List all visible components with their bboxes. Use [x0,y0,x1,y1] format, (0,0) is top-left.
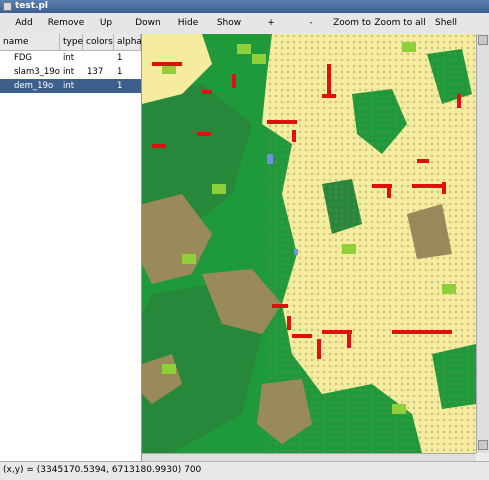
lightgreen-patch [182,254,196,264]
coordinate-readout: (x,y) = (3345170.5394, 6713180.9930) 700 [3,465,202,475]
lightgreen-patch [162,364,176,374]
add-button[interactable]: Add [6,13,42,34]
zoom-to-all-button[interactable]: Zoom to all [374,13,426,34]
layer-row-dem[interactable]: dem_19o int 1 [0,79,141,93]
raster-map[interactable] [142,34,476,453]
red-ridge [272,304,288,308]
red-ridge [317,339,321,359]
layer-type: int [63,67,75,77]
horizontal-scrollbar[interactable] [142,453,476,461]
zoom-in-button[interactable]: + [262,13,280,34]
layer-row-slam3[interactable]: slam3_19o int 137 1 [0,65,141,79]
lightgreen-patch [442,284,456,294]
red-ridge [387,184,391,198]
layer-type: int [63,53,75,63]
red-ridge [442,182,446,194]
layer-colors: 137 [87,67,104,77]
column-name-header[interactable]: name [0,34,60,50]
app-icon [3,2,12,11]
texture-overlay [267,34,476,453]
layer-alpha: 1 [117,53,123,63]
status-bar: (x,y) = (3345170.5394, 6713180.9930) 700 [0,461,489,480]
red-ridge [457,94,461,108]
red-ridge [417,159,429,163]
up-button[interactable]: Up [92,13,120,34]
lightgreen-patch [392,404,406,414]
blue-marker [267,154,273,164]
scroll-down-arrow-icon[interactable] [478,440,488,450]
shell-button[interactable]: Shell [430,13,462,34]
lightgreen-patch [402,42,416,52]
remove-button[interactable]: Remove [44,13,88,34]
red-ridge [287,316,291,330]
lightgreen-patch [212,184,226,194]
layer-alpha: 1 [117,81,123,91]
layer-name: slam3_19o [14,67,60,77]
layer-list: name type colors alpha FDG int 1 slam3_1… [0,34,142,461]
red-ridge [197,132,211,136]
layer-row-fdg[interactable]: FDG int 1 [0,51,141,65]
red-ridge [412,184,442,188]
layer-name: dem_19o [14,81,54,91]
layer-type: int [63,81,75,91]
red-ridge [202,90,212,94]
red-ridge [322,330,352,334]
lightgreen-patch [342,244,356,254]
red-ridge [327,64,331,94]
lightgreen-patch [237,44,251,54]
column-colors-header[interactable]: colors [83,34,114,50]
map-canvas[interactable] [142,34,476,453]
zoom-out-button[interactable]: - [302,13,320,34]
window-title: test.pl [15,1,49,11]
title-bar: test.pl [0,0,489,13]
red-ridge [392,330,452,334]
layer-list-header: name type colors alpha [0,34,142,51]
red-ridge [232,74,236,88]
zoom-to-button[interactable]: Zoom to [330,13,374,34]
red-ridge [347,334,351,348]
hide-button[interactable]: Hide [172,13,204,34]
down-button[interactable]: Down [130,13,166,34]
show-button[interactable]: Show [212,13,246,34]
layer-alpha: 1 [117,67,123,77]
layer-name: FDG [14,53,33,63]
red-ridge [152,62,182,66]
red-ridge [322,94,336,98]
blue-marker [294,249,298,255]
toolbar: Add Remove Up Down Hide Show + - Zoom to… [0,13,489,35]
red-ridge [292,130,296,142]
column-alpha-header[interactable]: alpha [114,34,142,50]
red-ridge [267,120,297,124]
red-ridge [152,144,166,148]
scroll-up-arrow-icon[interactable] [478,35,488,45]
vertical-scrollbar[interactable] [476,34,489,453]
red-ridge [292,334,312,338]
column-type-header[interactable]: type [60,34,83,50]
lightgreen-patch [252,54,266,64]
